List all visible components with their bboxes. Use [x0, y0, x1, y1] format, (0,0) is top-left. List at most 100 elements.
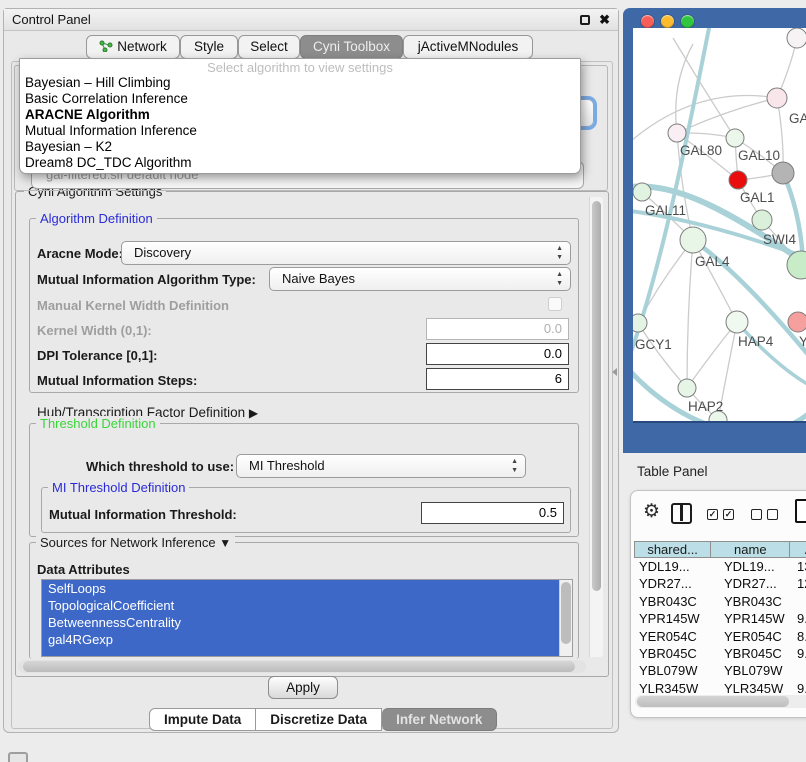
node-gal1[interactable]: [752, 210, 772, 230]
node-gray[interactable]: [772, 162, 794, 184]
checked-checkbox-icon[interactable]: ✓: [707, 509, 718, 520]
node-label: GAL1: [740, 190, 775, 205]
node-gal80[interactable]: [668, 124, 686, 142]
node-salmon[interactable]: [788, 312, 806, 332]
mi-steps-value: 6: [555, 371, 562, 386]
cell: YDR27...: [724, 576, 777, 591]
file-icon[interactable]: [795, 499, 806, 523]
cell: YBL079W: [639, 663, 698, 678]
tab-discretize-data[interactable]: Discretize Data: [256, 708, 382, 731]
mi-steps-field[interactable]: 6: [426, 368, 569, 390]
table-row[interactable]: YDR27...YDR27...12: [634, 575, 806, 592]
tab-impute-data[interactable]: Impute Data: [149, 708, 256, 731]
cell: YBR045C: [639, 646, 697, 661]
aracne-mode-value: Discovery: [134, 245, 191, 260]
dropdown-option[interactable]: Bayesian – Hill Climbing: [20, 75, 580, 91]
scrollbar-thumb[interactable]: [637, 696, 789, 707]
scrollbar-thumb[interactable]: [592, 201, 601, 591]
data-attributes-list[interactable]: SelfLoops TopologicalCoefficient Between…: [41, 579, 573, 657]
dropdown-option[interactable]: Bayesian – K2: [20, 139, 580, 155]
node[interactable]: [767, 88, 787, 108]
list-vertical-scrollbar[interactable]: [559, 580, 572, 656]
tab-jactivemnodules[interactable]: jActiveMNodules: [403, 35, 533, 59]
column-header-shared[interactable]: shared...: [634, 541, 711, 558]
node-gal4[interactable]: [680, 227, 706, 253]
tab-select[interactable]: Select: [238, 35, 300, 59]
dropdown-option[interactable]: Dream8 DC_TDC Algorithm: [20, 155, 580, 171]
tab-network[interactable]: Network: [86, 35, 180, 59]
which-threshold-value: MI Threshold: [249, 458, 325, 473]
mac-minimize-icon[interactable]: [661, 15, 674, 28]
sources-title-label: Sources for Network Inference: [40, 535, 216, 550]
node-gal11[interactable]: [633, 183, 651, 201]
dpi-tolerance-field[interactable]: 0.0: [426, 343, 569, 365]
tab-infer-network[interactable]: Infer Network: [382, 708, 497, 731]
list-item[interactable]: TopologicalCoefficient: [42, 597, 572, 614]
aracne-mode-combo[interactable]: Discovery ▲▼: [121, 241, 571, 265]
mi-threshold-label: Mutual Information Threshold:: [49, 507, 237, 522]
node-hap2[interactable]: [678, 379, 696, 397]
tab-style-label: Style: [194, 39, 224, 54]
table-row[interactable]: YBR045CYBR045C9.: [634, 645, 806, 662]
cell: YBL079W: [724, 663, 783, 678]
settings-vertical-scrollbar[interactable]: [589, 197, 603, 657]
table-row[interactable]: YDL19...YDL19...13: [634, 558, 806, 575]
sources-group-title[interactable]: Sources for Network Inference ▼: [36, 535, 235, 551]
table-header: shared... name A: [634, 541, 806, 558]
which-threshold-combo[interactable]: MI Threshold ▲▼: [236, 454, 526, 478]
table-row[interactable]: YPR145WYPR145W9.: [634, 610, 806, 627]
dock-corner-icon[interactable]: [8, 752, 28, 762]
gear-icon[interactable]: ⚙: [643, 500, 660, 523]
node-label: HAP4: [738, 334, 774, 349]
mi-threshold-field[interactable]: 0.5: [421, 502, 564, 524]
scrollbar-thumb[interactable]: [561, 582, 571, 644]
mac-close-icon[interactable]: [641, 15, 654, 28]
tab-cyni-toolbox[interactable]: Cyni Toolbox: [300, 35, 403, 59]
node-hap4[interactable]: [726, 311, 748, 333]
network-graph: GAL GAL80 GAL10 GAL1 GAL11 SWI4 GAL4 GCY…: [633, 28, 806, 423]
cell: YDR27...: [639, 576, 692, 591]
table-horizontal-scrollbar[interactable]: [635, 695, 806, 708]
dropdown-option[interactable]: Mutual Information Inference: [20, 123, 580, 139]
settings-horizontal-scrollbar[interactable]: [18, 660, 586, 673]
columns-icon[interactable]: [671, 503, 692, 524]
mac-zoom-icon[interactable]: [681, 15, 694, 28]
node-gcy1[interactable]: [633, 314, 647, 332]
node[interactable]: [787, 28, 806, 48]
node-label: GAL4: [695, 254, 730, 269]
mi-type-combo[interactable]: Naive Bayes ▲▼: [269, 267, 571, 291]
cell: YBR043C: [639, 594, 697, 609]
data-attributes-label: Data Attributes: [37, 562, 130, 577]
node-red-selected[interactable]: [729, 171, 747, 189]
dropdown-option[interactable]: Basic Correlation Inference: [20, 91, 580, 107]
network-canvas[interactable]: GAL GAL80 GAL10 GAL1 GAL11 SWI4 GAL4 GCY…: [633, 28, 806, 423]
table-row[interactable]: YBL079W YBL079W: [634, 662, 806, 679]
network-tab-icon: [99, 37, 113, 49]
tab-network-label: Network: [117, 39, 167, 54]
table-row[interactable]: YBR043CYBR043C: [634, 593, 806, 610]
mi-threshold-value: 0.5: [539, 505, 557, 520]
list-item[interactable]: BetweennessCentrality: [42, 614, 572, 631]
float-window-icon[interactable]: [580, 15, 590, 25]
list-item[interactable]: gal4RGexp: [42, 631, 572, 648]
unchecked-checkbox-icon[interactable]: [767, 509, 778, 520]
scrollbar-thumb[interactable]: [23, 661, 575, 672]
control-panel-titlebar[interactable]: Control Panel ✖: [4, 9, 618, 31]
unchecked-checkbox-icon[interactable]: [751, 509, 762, 520]
aracne-mode-label: Aracne Mode:: [37, 246, 123, 261]
control-panel-window: Control Panel ✖ Network Style Select Cyn…: [3, 8, 619, 733]
apply-button[interactable]: Apply: [268, 676, 338, 699]
column-header-partial[interactable]: A: [790, 541, 806, 558]
node-label: GAL80: [680, 143, 722, 158]
panel-splitter-arrow-icon[interactable]: [612, 368, 617, 376]
dropdown-option-selected[interactable]: ARACNE Algorithm: [20, 107, 580, 123]
table-body: YDL19...YDL19...13 YDR27...YDR27...12 YB…: [634, 558, 806, 697]
column-header-name[interactable]: name: [711, 541, 790, 558]
tab-style[interactable]: Style: [180, 35, 238, 59]
cell: YLR345W: [724, 681, 783, 696]
close-icon[interactable]: ✖: [599, 12, 610, 28]
checked-checkbox-icon[interactable]: ✓: [723, 509, 734, 520]
table-row[interactable]: YER054CYER054C8.: [634, 628, 806, 645]
node-gal10[interactable]: [726, 129, 744, 147]
list-item[interactable]: SelfLoops: [42, 580, 572, 597]
